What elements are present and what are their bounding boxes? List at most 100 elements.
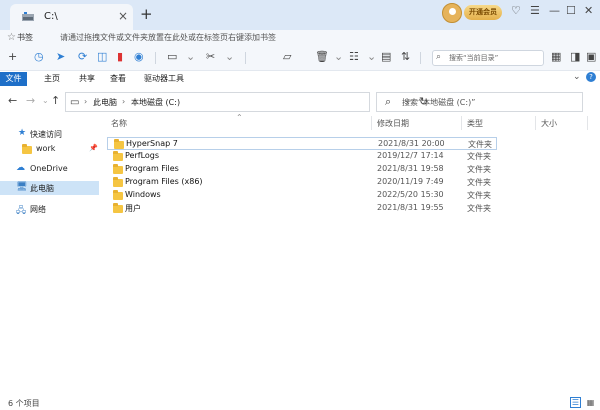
settings-icon[interactable]: ▣ — [586, 50, 596, 63]
tab-drive-tools[interactable]: 驱动器工具 — [139, 72, 189, 86]
folder-icon — [22, 144, 32, 154]
cut-icon[interactable]: ✂ — [206, 50, 215, 63]
tab-close-button[interactable]: × — [118, 9, 128, 23]
large-icons-view-icon[interactable]: ▦ — [585, 397, 596, 408]
sidebar-item-this-pc[interactable]: 🖥 此电脑 — [0, 181, 99, 195]
details-view-icon[interactable]: ☰ — [570, 397, 581, 408]
table-row[interactable]: Windows 2022/5/20 15:30 文件夹 — [107, 189, 497, 202]
status-bar: 6 个项目 ☰ ▦ — [0, 396, 600, 410]
new-file-icon[interactable]: ▭ — [167, 50, 177, 63]
table-row[interactable]: HyperSnap 7 2021/8/31 20:00 文件夹 — [107, 137, 497, 150]
new-folder-icon[interactable]: ▱ — [283, 50, 291, 63]
tab-share[interactable]: 共享 — [72, 72, 102, 86]
vip-button[interactable]: 开通会员 — [464, 5, 502, 20]
recent-icon[interactable]: ◷ — [34, 50, 44, 63]
column-header-size[interactable]: 大小 — [541, 118, 557, 129]
minimize-button[interactable]: — — [549, 4, 560, 17]
new-tab-button[interactable]: + — [140, 5, 153, 23]
recent-dropdown-icon[interactable]: ⌄ — [42, 96, 49, 105]
close-window-button[interactable]: ✕ — [584, 4, 593, 17]
sidebar-item-network[interactable]: 🖧 网络 — [0, 202, 99, 216]
tab-view[interactable]: 查看 — [103, 72, 133, 86]
up-button[interactable]: ↑ — [51, 94, 60, 107]
search-input[interactable]: ⌕ 搜索“本地磁盘 (C:)” — [376, 92, 583, 112]
sort-icon[interactable]: ⇅ — [401, 50, 410, 63]
help-icon[interactable]: ? — [586, 72, 596, 82]
chevron-right-icon[interactable]: › — [84, 97, 87, 106]
sidebar-item-onedrive[interactable]: ☁ OneDrive — [0, 162, 99, 176]
title-bar: C:\ × + 开通会员 ♡ ☰ — ☐ ✕ — [0, 0, 600, 30]
file-name: HyperSnap 7 — [126, 139, 178, 148]
bookmark-bar: ☆ 书签 请通过拖拽文件或文件夹放置在此处或在标签页右键添加书签 — [0, 30, 600, 45]
table-row[interactable]: Program Files 2021/8/31 19:58 文件夹 — [107, 163, 497, 176]
computer-icon: 🖥 — [16, 182, 28, 192]
forward-button[interactable]: → — [26, 94, 35, 107]
folder-icon — [113, 151, 123, 161]
toolbar-search-placeholder: 搜索“当前目录” — [449, 54, 499, 62]
dropdown-icon[interactable]: ⌄ — [225, 50, 234, 63]
avatar[interactable] — [442, 3, 462, 23]
cloud-icon: ☁ — [16, 163, 25, 173]
toolbar-divider — [245, 52, 246, 64]
address-bar[interactable]: ▭ › 此电脑 › 本地磁盘 (C:) ⌄ ↻ — [65, 92, 428, 112]
sidebar-item-label: 快速访问 — [30, 130, 62, 139]
favorite-icon[interactable]: ♡ — [511, 4, 521, 17]
tab-c-drive[interactable]: C:\ × — [10, 4, 133, 30]
dropdown-icon[interactable]: ⌄ — [186, 50, 195, 63]
tab-title: C:\ — [44, 11, 58, 22]
maximize-button[interactable]: ☐ — [566, 4, 576, 17]
tab-home[interactable]: 主页 — [37, 72, 67, 86]
compare-icon[interactable]: ◫ — [97, 50, 107, 63]
pin-icon[interactable]: 📌 — [89, 144, 98, 152]
bookmark-red-icon[interactable]: ▮ — [117, 50, 123, 63]
send-icon[interactable]: ➤ — [56, 50, 65, 63]
chevron-right-icon[interactable]: › — [122, 97, 125, 106]
ribbon: 文件 主页 共享 查看 驱动器工具 ⌄ ? — [0, 72, 600, 86]
dropdown-icon[interactable]: ⌄ — [367, 50, 376, 63]
menu-icon[interactable]: ☰ — [530, 4, 540, 17]
sidebar-item-work[interactable]: work 📌 — [0, 142, 99, 156]
back-button[interactable]: ← — [8, 94, 17, 107]
split-view-icon[interactable]: ◨ — [570, 50, 580, 63]
address-row: ← → ⌄ ↑ ▭ › 此电脑 › 本地磁盘 (C:) ⌄ ↻ ⌕ 搜索“本地磁… — [0, 90, 600, 114]
properties-icon[interactable]: ☷ — [349, 50, 359, 63]
file-list: ⌃ 名称 修改日期 类型 大小 HyperSnap 7 2021/8/31 20… — [107, 113, 594, 393]
dropdown-icon[interactable]: ⌄ — [334, 50, 343, 63]
column-header-date[interactable]: 修改日期 — [377, 118, 409, 129]
table-row[interactable]: Program Files (x86) 2020/11/19 7:49 文件夹 — [107, 176, 497, 189]
delete-icon[interactable]: 🗑 — [315, 50, 329, 63]
column-divider[interactable] — [587, 116, 588, 130]
sync-icon[interactable]: ⟳ — [78, 50, 87, 63]
star-icon: ★ — [18, 128, 27, 138]
column-header-type[interactable]: 类型 — [467, 118, 483, 129]
file-name: Program Files (x86) — [125, 177, 203, 186]
table-row[interactable]: 用户 2021/8/31 19:55 文件夹 — [107, 202, 497, 215]
folder-icon — [113, 203, 123, 213]
sidebar-item-label: OneDrive — [30, 164, 68, 173]
toolbar: + ◷ ➤ ⟳ ◫ ▮ ◉ ▭ ⌄ ✂ ⌄ ▱ 🗑 ⌄ ☷ ⌄ ▤ ⇅ ⌕ 搜索… — [0, 45, 600, 71]
file-name: Windows — [125, 190, 161, 199]
sidebar-item-label: work — [36, 144, 56, 153]
tab-file[interactable]: 文件 — [0, 72, 27, 86]
layout-icon[interactable]: ▦ — [551, 50, 561, 63]
ribbon-expand-icon[interactable]: ⌄ — [573, 72, 581, 82]
column-header-name[interactable]: 名称 — [111, 118, 127, 129]
column-divider[interactable] — [461, 116, 462, 130]
column-divider[interactable] — [371, 116, 372, 130]
search-icon: ⌕ — [385, 95, 392, 108]
sort-ascending-icon: ⌃ — [236, 113, 243, 122]
add-icon[interactable]: + — [8, 50, 17, 63]
file-date: 2022/5/20 15:30 — [377, 190, 444, 199]
toolbar-search-input[interactable]: ⌕ 搜索“当前目录” — [432, 50, 544, 66]
view-icon[interactable]: ▤ — [381, 50, 391, 63]
sidebar-item-quick-access[interactable]: ★ 快速访问 — [0, 127, 99, 141]
file-type: 文件夹 — [467, 204, 491, 213]
bookmark-label[interactable]: 书签 — [17, 32, 33, 43]
table-row[interactable]: PerfLogs 2019/12/7 17:14 文件夹 — [107, 150, 497, 163]
sidebar-item-label: 此电脑 — [30, 184, 54, 193]
breadcrumb-this-pc[interactable]: 此电脑 — [93, 97, 117, 108]
column-divider[interactable] — [535, 116, 536, 130]
folder-icon — [113, 190, 123, 200]
preview-icon[interactable]: ◉ — [134, 50, 144, 63]
breadcrumb-local-disk[interactable]: 本地磁盘 (C:) — [131, 97, 180, 108]
